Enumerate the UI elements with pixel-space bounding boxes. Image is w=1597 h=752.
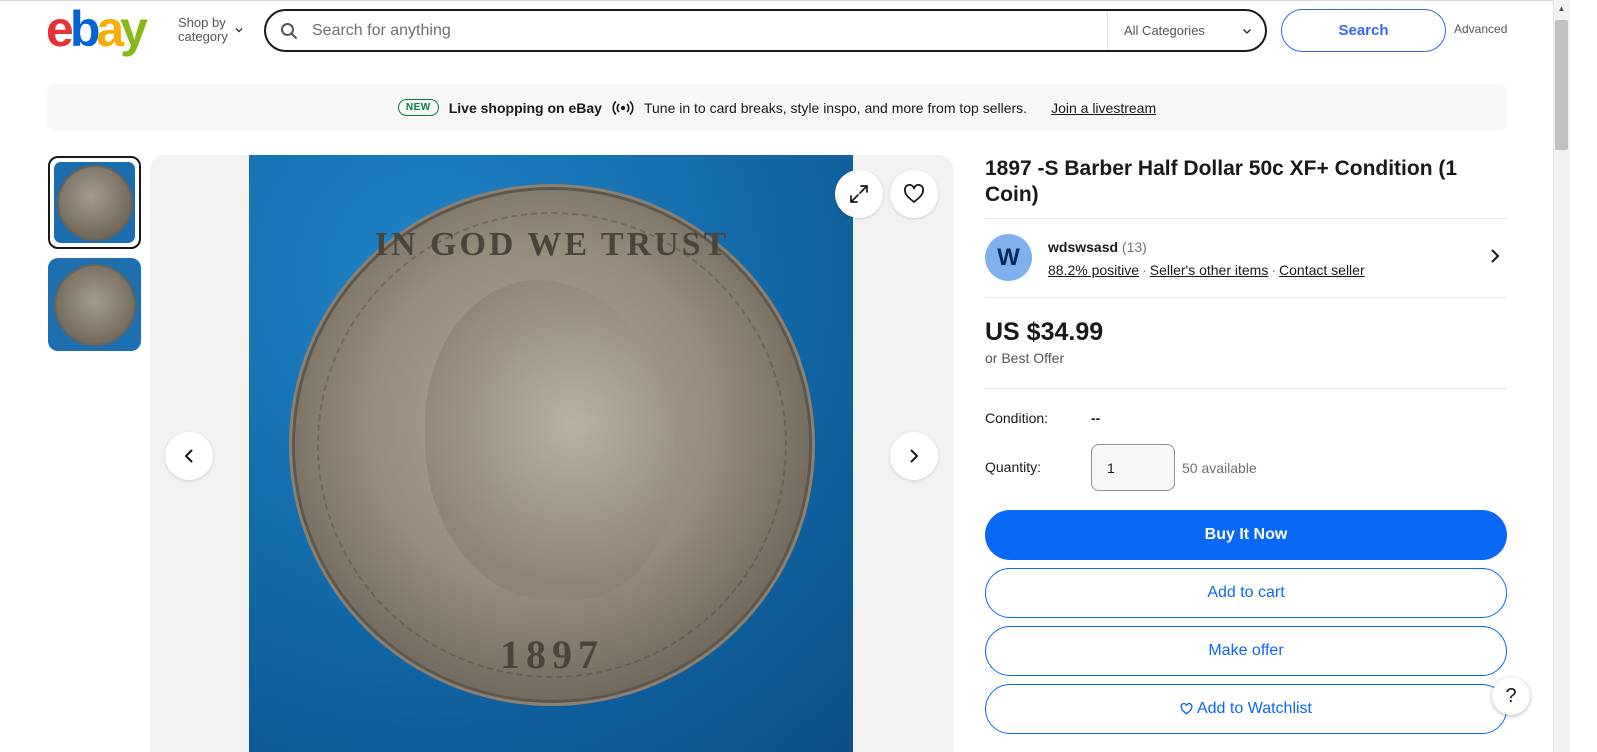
quantity-label: Quantity: [985,459,1042,475]
feedback-count: (13) [1121,239,1147,255]
heart-icon [904,184,924,203]
coin-thumbnail-image [58,166,131,239]
search-input[interactable] [312,11,1107,50]
new-badge: NEW [397,99,439,116]
condition-label: Condition: [985,410,1049,426]
broadcast-icon [612,99,634,117]
watch-heart-button[interactable] [890,170,938,218]
chevron-down-icon [235,28,243,33]
avatar: W [985,234,1032,281]
coin-year: 1897 [500,632,604,677]
advanced-search-link[interactable]: Advanced [1454,22,1507,36]
main-product-image[interactable]: IN GOD WE TRUST 1897 [249,155,853,752]
chevron-left-icon [184,449,193,463]
search-icon [266,22,312,40]
banner-title: Live shopping on eBay [448,99,602,116]
chevron-right-icon [910,449,919,463]
expand-icon [850,185,868,203]
category-select[interactable]: All Categories [1107,11,1265,50]
scrollbar-thumb[interactable] [1555,20,1568,150]
thumbnail-reverse[interactable] [48,258,141,351]
seller-name[interactable]: wdswsasd (13) [1048,239,1147,255]
divider [985,297,1507,298]
add-to-cart-button[interactable]: Add to cart [985,568,1507,618]
chevron-down-icon [1242,28,1252,34]
category-select-value: All Categories [1124,23,1205,38]
scroll-up-arrow-icon[interactable]: ▲ [1553,0,1570,17]
top-border [0,0,1553,3]
shop-by-line2: category [178,29,228,44]
coin-image: IN GOD WE TRUST 1897 [295,190,809,700]
best-offer-text: or Best Offer [985,350,1065,366]
heart-icon [1180,703,1193,715]
chevron-right-icon[interactable] [1487,248,1503,269]
contact-seller-link[interactable]: Contact seller [1279,262,1365,278]
next-image-button[interactable] [890,432,938,480]
coin-thumbnail-image [55,265,134,344]
available-count: 50 available [1182,460,1257,476]
divider [985,388,1507,389]
divider [985,218,1507,219]
shop-by-line1: Shop by [178,15,226,30]
help-button[interactable]: ? [1492,677,1530,715]
thumbnail-obverse[interactable] [48,156,141,249]
search-bar: All Categories [264,9,1267,52]
seller-card[interactable]: W wdswsasd (13) 88.2% positive · Seller's … [985,234,1507,284]
banner-text: Tune in to card breaks, style inspo, and… [643,99,1028,116]
join-livestream-link[interactable]: Join a livestream [1051,100,1156,116]
listing-title: 1897 -S Barber Half Dollar 50c XF+ Condi… [985,157,1458,206]
make-offer-button[interactable]: Make offer [985,626,1507,676]
buy-it-now-button[interactable]: Buy It Now [985,510,1507,560]
live-shopping-banner: NEW Live shopping on eBay Tune in to car… [47,84,1507,131]
seller-links: 88.2% positive · Seller's other items · Cont… [1048,262,1365,278]
positive-feedback-link[interactable]: 88.2% positive [1048,262,1139,278]
shop-by-category-button[interactable]: Shop by category [178,16,244,44]
ebay-logo[interactable]: ebay [46,4,148,54]
sellers-other-items-link[interactable]: Seller's other items [1150,262,1269,278]
search-button[interactable]: Search [1281,9,1446,52]
add-to-watchlist-button[interactable]: Add to Watchlist [985,684,1507,734]
price: US $34.99 [985,318,1104,346]
image-gallery: IN GOD WE TRUST 1897 [150,155,953,752]
expand-image-button[interactable] [835,170,883,218]
coin-motto: IN GOD WE TRUST [374,226,730,263]
quantity-field[interactable]: 1 [1091,444,1175,491]
condition-value: -- [1091,410,1101,426]
previous-image-button[interactable] [165,432,213,480]
watchlist-label: Add to Watchlist [1196,700,1312,717]
